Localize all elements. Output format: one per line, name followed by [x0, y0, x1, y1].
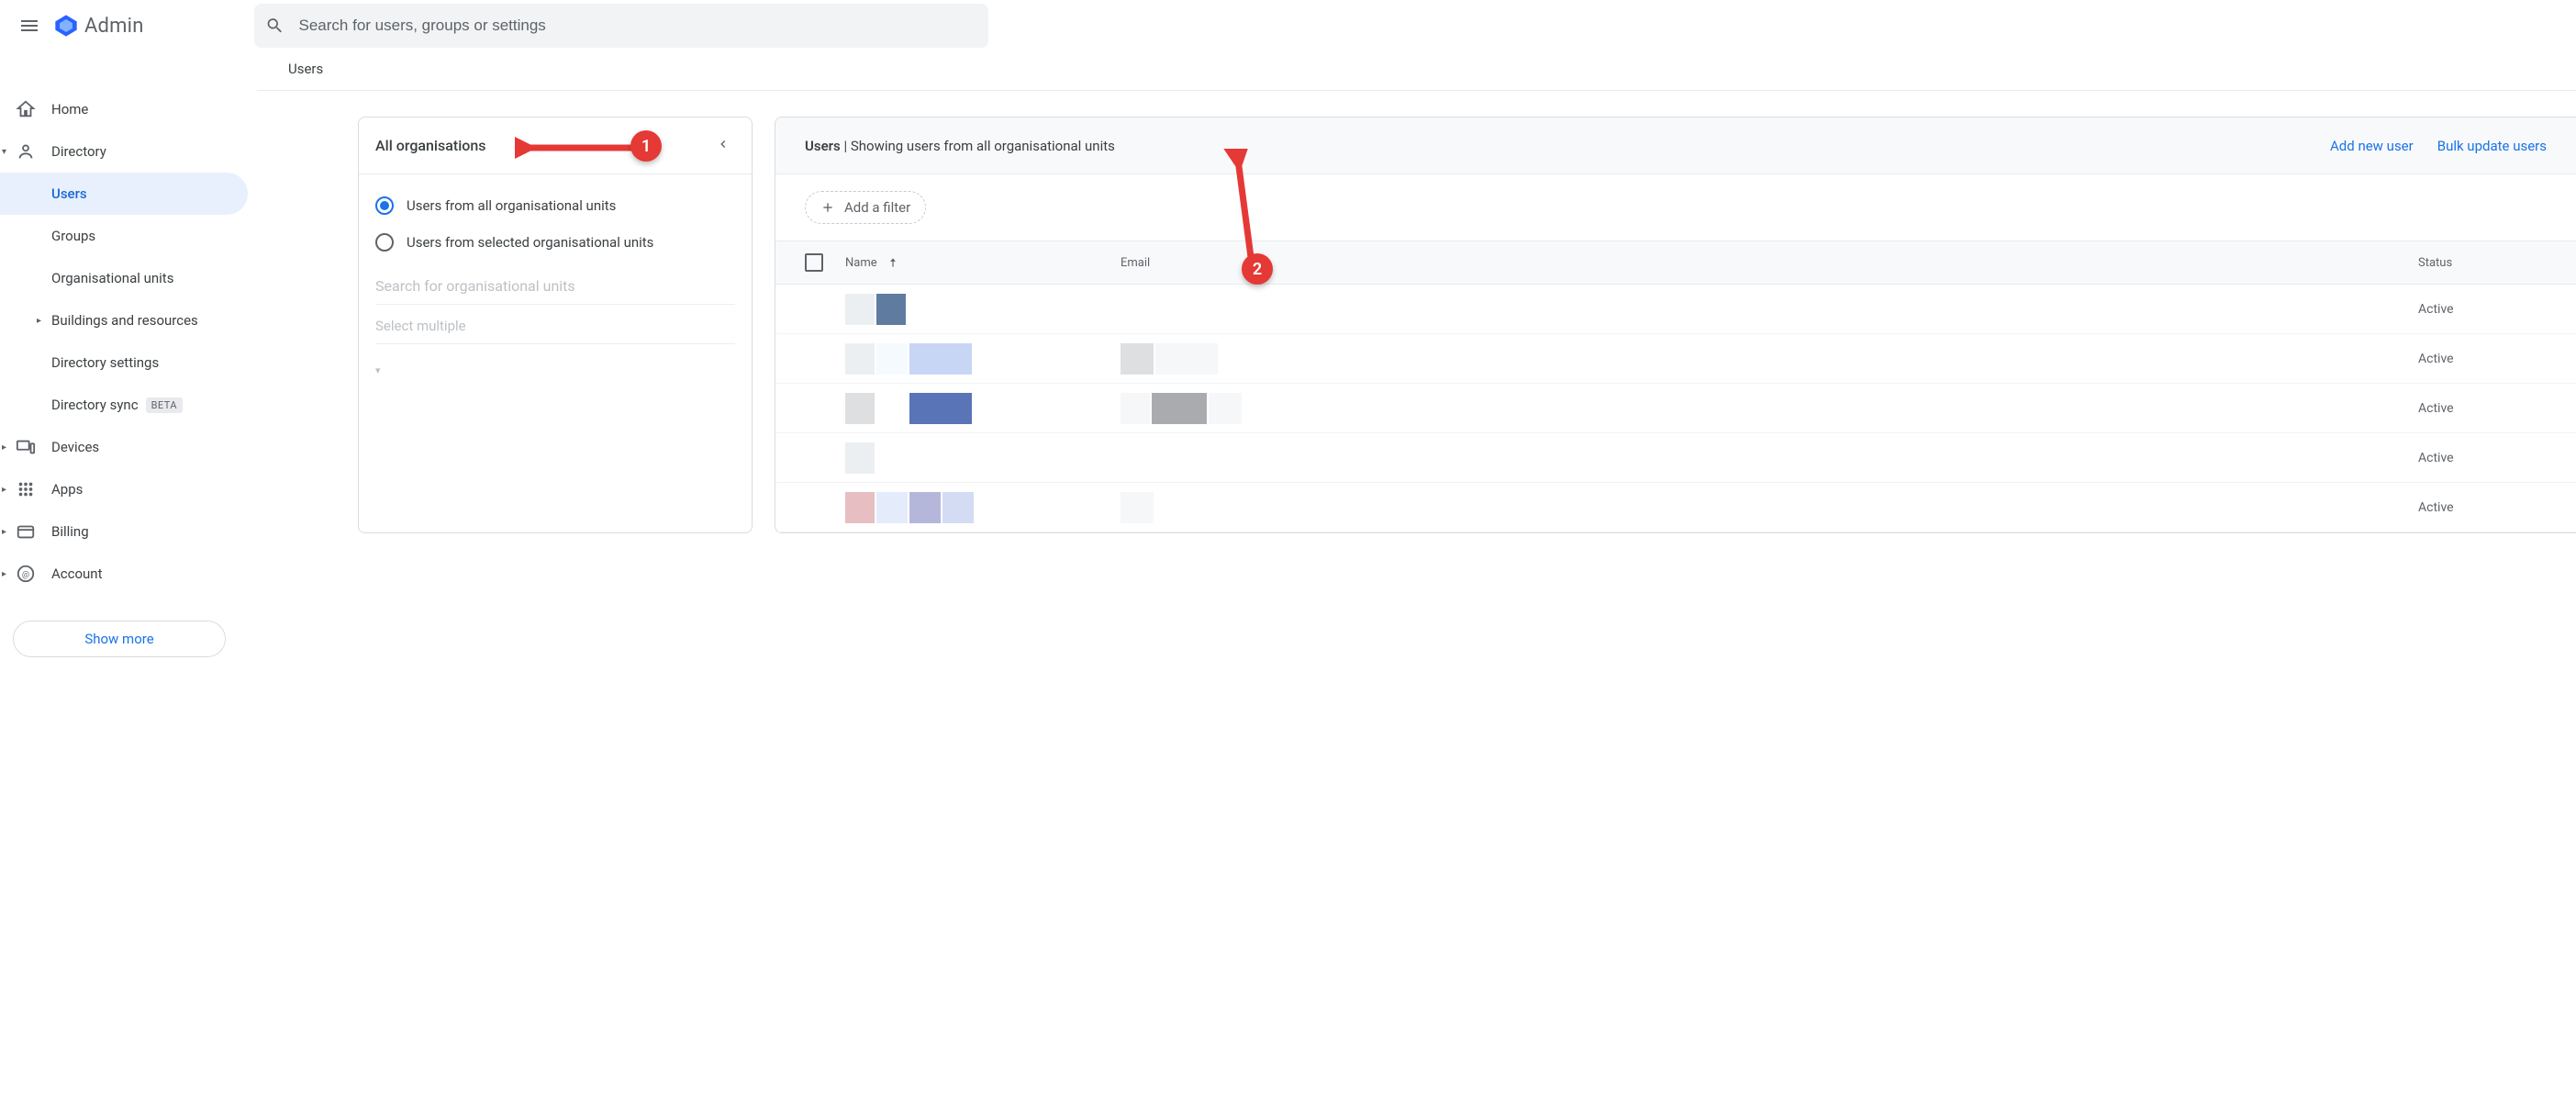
radio-selected-label: Users from selected organisational units [407, 234, 653, 251]
user-name-cell [845, 294, 1121, 325]
user-email-cell [1121, 393, 2418, 424]
nav-dir-settings-label: Directory settings [51, 354, 159, 371]
caret-right-icon: ▸ [37, 316, 41, 326]
nav-org-units-label: Organisational units [51, 270, 173, 286]
nav-buildings[interactable]: ▸ Buildings and resources [0, 299, 248, 341]
caret-right-icon: ▸ [2, 442, 6, 453]
nav-directory[interactable]: ▾ Directory [0, 130, 248, 173]
select-multiple-link[interactable]: Select multiple [375, 318, 735, 344]
col-name[interactable]: Name [845, 256, 877, 270]
radio-selected-org-units[interactable]: Users from selected organisational units [375, 224, 735, 261]
nav-home-label: Home [51, 101, 88, 118]
search-input[interactable] [299, 17, 977, 35]
nav-billing[interactable]: ▸ Billing [0, 510, 248, 553]
plus-icon [820, 200, 835, 215]
nav-buildings-label: Buildings and resources [51, 312, 198, 329]
apps-icon [16, 479, 36, 499]
users-table-body: Active Active Active Active Active [775, 285, 2576, 532]
nav-org-units[interactable]: Organisational units [0, 257, 248, 299]
radio-all-label: Users from all organisational units [407, 197, 616, 214]
nav-apps[interactable]: ▸ Apps [0, 468, 248, 510]
add-filter-chip[interactable]: Add a filter [805, 191, 926, 224]
user-status-cell: Active [2418, 401, 2547, 416]
user-email-cell [1121, 492, 2418, 523]
users-header-title: Users | Showing users from all organisat… [805, 138, 1115, 154]
sort-asc-icon [887, 256, 899, 269]
radio-icon [375, 233, 394, 252]
radio-icon [375, 196, 394, 215]
chevron-left-icon [717, 138, 730, 151]
radio-all-org-units[interactable]: Users from all organisational units [375, 187, 735, 224]
nav-groups-label: Groups [51, 228, 95, 244]
users-panel: Users | Showing users from all organisat… [775, 117, 2576, 533]
org-unit-title: All organisations [375, 137, 486, 154]
nav-users[interactable]: Users [0, 173, 248, 215]
col-email[interactable]: Email [1121, 256, 1150, 270]
nav-dir-settings[interactable]: Directory settings [0, 341, 248, 384]
main: Users All organisations Users from all [257, 51, 2576, 1108]
table-row[interactable]: Active [775, 483, 2576, 532]
beta-badge: BETA [146, 397, 184, 413]
nav-account-label: Account [51, 565, 103, 582]
nav-dir-sync[interactable]: Directory sync BETA [0, 384, 248, 426]
admin-logo-icon [53, 13, 79, 39]
nav-devices-label: Devices [51, 439, 99, 455]
nav-billing-label: Billing [51, 523, 89, 540]
svg-text:@: @ [22, 571, 29, 580]
org-unit-search[interactable]: Search for organisational units [375, 277, 735, 305]
menu-icon [18, 15, 40, 37]
home-icon [16, 99, 36, 119]
show-more-button[interactable]: Show more [13, 621, 226, 657]
caret-right-icon: ▸ [2, 569, 6, 579]
account-icon: @ [16, 564, 36, 584]
global-search[interactable] [254, 4, 988, 48]
nav-dir-sync-label: Directory sync [51, 397, 139, 413]
table-row[interactable]: Active [775, 334, 2576, 384]
bulk-update-users-button[interactable]: Bulk update users [2437, 138, 2547, 154]
devices-icon [16, 437, 36, 457]
person-icon [16, 141, 36, 162]
caret-down-icon: ▾ [2, 147, 6, 157]
nav-home[interactable]: Home [0, 88, 248, 130]
nav-directory-label: Directory [51, 143, 106, 160]
user-status-cell: Active [2418, 302, 2547, 317]
sidebar: Home ▾ Directory Users Groups Organisati… [0, 51, 257, 1108]
user-status-cell: Active [2418, 352, 2547, 366]
brand: Admin [53, 13, 144, 39]
nav-devices[interactable]: ▸ Devices [0, 426, 248, 468]
table-row[interactable]: Active [775, 384, 2576, 433]
select-all-checkbox[interactable] [805, 253, 823, 272]
caret-right-icon: ▸ [2, 527, 6, 537]
org-unit-panel: All organisations Users from all organis… [358, 117, 753, 533]
user-name-cell [845, 393, 1121, 424]
user-status-cell: Active [2418, 500, 2547, 515]
nav-account[interactable]: ▸ @ Account [0, 553, 248, 595]
nav-apps-label: Apps [51, 481, 83, 498]
table-row[interactable]: Active [775, 285, 2576, 334]
brand-name: Admin [84, 15, 144, 38]
user-name-cell [845, 442, 1121, 474]
page-tabs: Users [257, 51, 2576, 91]
nav-groups[interactable]: Groups [0, 215, 248, 257]
user-name-cell [845, 492, 1121, 523]
user-status-cell: Active [2418, 451, 2547, 465]
users-table-header: Name Email Status [775, 241, 2576, 285]
user-email-cell [1121, 343, 2418, 375]
tree-caret-icon[interactable]: ▾ [375, 364, 735, 376]
table-row[interactable]: Active [775, 433, 2576, 483]
nav-users-label: Users [51, 185, 87, 202]
caret-right-icon: ▸ [2, 485, 6, 495]
add-filter-label: Add a filter [844, 199, 910, 216]
collapse-panel-button[interactable] [717, 138, 735, 154]
show-more-label: Show more [84, 631, 153, 647]
user-name-cell [845, 343, 1121, 375]
search-icon [265, 16, 284, 36]
add-new-user-button[interactable]: Add new user [2330, 138, 2414, 154]
hamburger-menu[interactable] [11, 7, 48, 44]
tab-users[interactable]: Users [288, 51, 323, 90]
col-status[interactable]: Status [2418, 256, 2452, 270]
billing-icon [16, 521, 36, 542]
